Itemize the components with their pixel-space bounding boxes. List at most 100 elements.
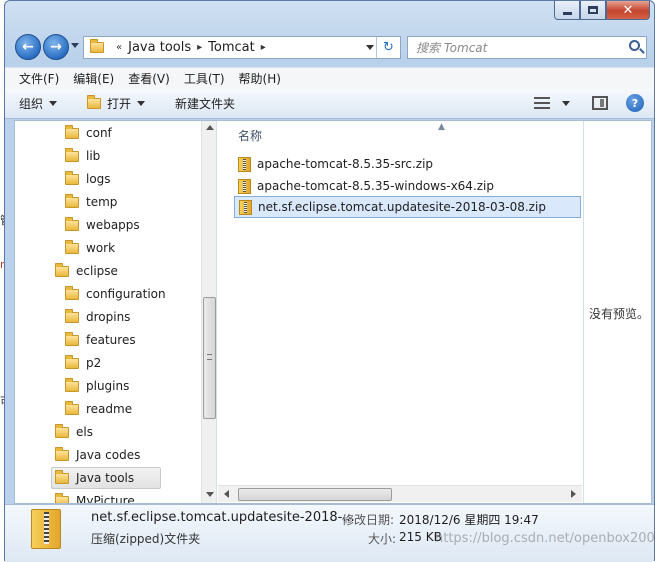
forward-arrow-icon: → (50, 39, 62, 55)
tree-item-label: temp (86, 195, 118, 209)
tree-item-label: readme (86, 402, 133, 416)
tree-item-els[interactable]: els (55, 421, 93, 443)
preview-pane: 没有预览。 (583, 121, 651, 503)
command-bar: 组织 打开 新建文件夹 ? (5, 89, 654, 119)
folder-icon (90, 39, 104, 53)
menu-view[interactable]: 查看(V) (128, 70, 170, 87)
tree-item-label: Java codes (76, 448, 141, 462)
tree-item-work[interactable]: work (65, 237, 115, 259)
breadcrumb-separator-icon[interactable]: ▸ (197, 42, 202, 53)
menu-file[interactable]: 文件(F) (19, 70, 59, 87)
zip-file-icon (238, 156, 251, 172)
menu-tools[interactable]: 工具(T) (184, 70, 225, 87)
breadcrumb-separator-icon[interactable]: ▸ (261, 42, 266, 53)
close-icon: ✕ (622, 2, 634, 18)
tree-item-configuration[interactable]: configuration (65, 283, 166, 305)
scrollbar-thumb[interactable] (203, 297, 216, 419)
folder-icon (65, 193, 79, 208)
file-list-pane[interactable]: ▲ 名称 apache-tomcat-8.5.35-src.zip apache… (218, 121, 582, 503)
address-dropdown-icon[interactable] (366, 45, 374, 50)
chevron-down-icon (137, 101, 146, 106)
details-modified-label: 修改日期: (342, 513, 395, 527)
tree-item-label: MyPicture (76, 494, 135, 503)
recent-pages-dropdown[interactable] (71, 43, 79, 48)
tree-item-conf[interactable]: conf (65, 122, 112, 144)
file-item-selected[interactable]: net.sf.eclipse.tomcat.updatesite-2018-03… (234, 196, 581, 218)
tree-item-label: logs (86, 172, 111, 186)
search-icon[interactable] (629, 40, 640, 51)
tree-item-plugins[interactable]: plugins (65, 375, 129, 397)
minimize-button[interactable] (554, 1, 580, 20)
folder-icon (65, 308, 79, 323)
file-name: net.sf.eclipse.tomcat.updatesite-2018-03… (258, 200, 546, 214)
tree-item-label: p2 (86, 356, 102, 370)
tree-item-eclipse[interactable]: eclipse (55, 260, 118, 282)
view-options-dropdown[interactable] (562, 100, 570, 106)
navigation-bar: ← → « Java tools ▸ Tomcat ▸ ↻ 搜索 Tomcat (5, 31, 654, 63)
tree-item-label: lib (86, 149, 101, 163)
breadcrumb-java-tools[interactable]: Java tools (128, 40, 191, 55)
refresh-icon: ↻ (383, 40, 394, 55)
back-button[interactable]: ← (15, 34, 41, 60)
navigation-pane[interactable]: conf lib logs temp webapps work eclipse … (15, 121, 217, 503)
scroll-up-icon[interactable] (206, 125, 214, 130)
chevron-down-icon (49, 101, 58, 106)
new-folder-label: 新建文件夹 (175, 97, 236, 111)
refresh-button[interactable]: ↻ (376, 37, 400, 58)
menu-edit[interactable]: 编辑(E) (73, 70, 114, 87)
file-item[interactable]: apache-tomcat-8.5.35-windows-x64.zip (234, 175, 581, 197)
tree-item-p2[interactable]: p2 (65, 352, 101, 374)
organize-button[interactable]: 组织 (19, 95, 58, 112)
folder-icon (65, 285, 79, 300)
open-folder-icon (87, 95, 102, 109)
menu-bar: 文件(F) 编辑(E) 查看(V) 工具(T) 帮助(H) (5, 67, 654, 89)
scroll-left-icon[interactable] (224, 490, 229, 498)
tree-item-webapps[interactable]: webapps (65, 214, 140, 236)
details-file-type: 压缩(zipped)文件夹 (91, 532, 201, 546)
forward-button[interactable]: → (43, 34, 69, 60)
tree-item-mypicture[interactable]: MyPicture (55, 490, 135, 503)
menu-help[interactable]: 帮助(H) (239, 70, 281, 87)
preview-pane-icon[interactable] (592, 96, 608, 110)
navigation-pane-scrollbar[interactable] (201, 121, 216, 503)
file-item[interactable]: apache-tomcat-8.5.35-src.zip (234, 153, 581, 175)
details-modified-value: 2018/12/6 星期四 19:47 (399, 513, 539, 527)
tree-item-label: webapps (86, 218, 140, 232)
address-bar[interactable]: « Java tools ▸ Tomcat ▸ ↻ (83, 36, 401, 59)
folder-icon (55, 446, 69, 461)
overflow-chevron-icon[interactable]: « (116, 42, 122, 53)
close-button[interactable]: ✕ (606, 1, 650, 20)
tree-item-label: Java tools (76, 471, 135, 485)
tree-item-logs[interactable]: logs (65, 168, 111, 190)
details-size-label: 大小: (368, 532, 397, 546)
help-icon[interactable]: ? (626, 94, 644, 112)
no-preview-text: 没有预览。 (589, 307, 650, 321)
new-folder-button[interactable]: 新建文件夹 (175, 95, 235, 112)
scroll-down-icon[interactable] (206, 492, 214, 497)
scroll-right-icon[interactable] (571, 490, 576, 498)
maximize-button[interactable] (580, 1, 606, 20)
change-view-icon[interactable] (534, 97, 550, 109)
scrollbar-thumb[interactable] (238, 488, 392, 501)
search-input[interactable]: 搜索 Tomcat (407, 36, 647, 59)
tree-item-label: work (86, 241, 116, 255)
caption-buttons: ✕ (554, 1, 650, 21)
folder-icon (55, 262, 69, 277)
tree-item-readme[interactable]: readme (65, 398, 132, 420)
organize-label: 组织 (19, 97, 44, 111)
file-list-horizontal-scrollbar[interactable] (218, 485, 582, 502)
grip-icon (207, 354, 212, 360)
column-header-name[interactable]: 名称 (238, 127, 262, 144)
zip-file-large-icon (31, 509, 61, 549)
tree-item-features[interactable]: features (65, 329, 136, 351)
tree-item-label: features (86, 333, 136, 347)
folder-icon (65, 354, 79, 369)
tree-item-java-codes[interactable]: Java codes (55, 444, 140, 466)
breadcrumb-tomcat[interactable]: Tomcat (208, 40, 255, 55)
tree-item-lib[interactable]: lib (65, 145, 100, 167)
open-button[interactable]: 打开 (87, 95, 146, 112)
tree-item-dropins[interactable]: dropins (65, 306, 130, 328)
tree-item-temp[interactable]: temp (65, 191, 117, 213)
tree-item-java-tools[interactable]: Java tools (51, 467, 162, 489)
folder-icon (65, 147, 79, 162)
